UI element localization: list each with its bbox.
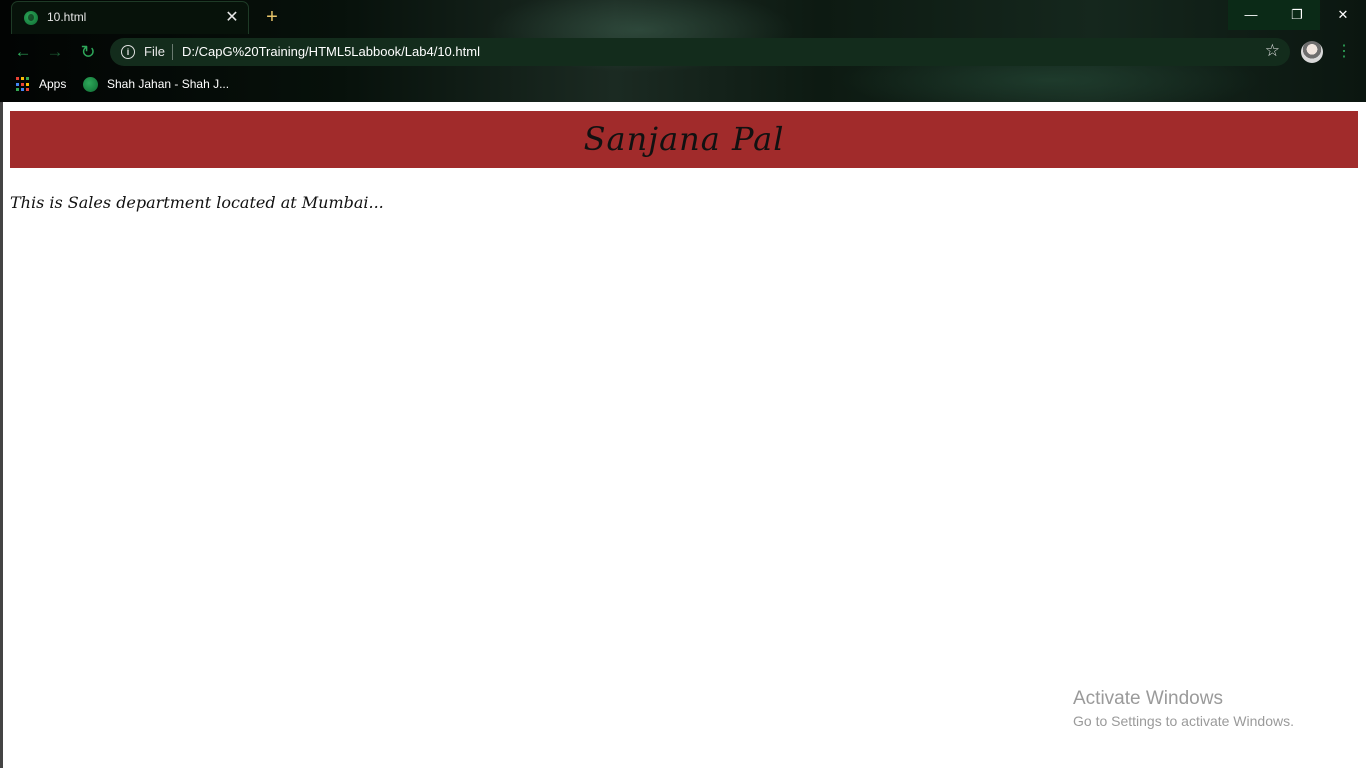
tab-title: 10.html bbox=[47, 10, 87, 24]
url-text[interactable]: D:/CapG%20Training/HTML5Labbook/Lab4/10.… bbox=[182, 44, 480, 59]
page-viewport: Sanjana Pal This is Sales department loc… bbox=[0, 102, 1366, 768]
reload-icon[interactable]: ↻ bbox=[77, 41, 99, 63]
window-edge bbox=[0, 102, 3, 768]
apps-icon[interactable] bbox=[16, 77, 31, 92]
page-paragraph: This is Sales department located at Mumb… bbox=[10, 193, 384, 212]
toolbar: ← → ↻ i File D:/CapG%20Training/HTML5Lab… bbox=[0, 34, 1366, 70]
forward-arrow-icon[interactable]: → bbox=[44, 41, 66, 63]
browser-chrome: 10.html ✕ + — ❐ ✕ ← → ↻ i File D:/CapG%2… bbox=[0, 0, 1366, 102]
minimize-button[interactable]: — bbox=[1228, 0, 1274, 30]
divider bbox=[172, 44, 173, 60]
watermark-subtitle: Go to Settings to activate Windows. bbox=[1073, 713, 1294, 729]
tab-10-html[interactable]: 10.html ✕ bbox=[11, 1, 249, 34]
bookmark-apps[interactable]: Apps bbox=[39, 77, 66, 91]
activation-watermark: Activate Windows Go to Settings to activ… bbox=[1073, 688, 1294, 729]
address-bar[interactable]: i File D:/CapG%20Training/HTML5Labbook/L… bbox=[110, 38, 1290, 66]
page-title: Sanjana Pal bbox=[583, 120, 785, 158]
restore-button[interactable]: ❐ bbox=[1274, 0, 1320, 30]
scheme-label: File bbox=[144, 44, 165, 59]
more-menu-icon[interactable]: ⋮ bbox=[1336, 40, 1352, 64]
globe-icon bbox=[24, 11, 38, 25]
bookmark-star-icon[interactable]: ☆ bbox=[1265, 41, 1280, 61]
back-arrow-icon[interactable]: ← bbox=[12, 41, 34, 63]
profile-avatar[interactable] bbox=[1301, 41, 1323, 63]
close-window-button[interactable]: ✕ bbox=[1320, 0, 1366, 30]
info-icon[interactable]: i bbox=[121, 45, 135, 59]
globe-icon bbox=[83, 77, 98, 92]
close-tab-icon[interactable]: ✕ bbox=[223, 9, 241, 27]
tab-strip: 10.html ✕ + — ❐ ✕ bbox=[0, 0, 1366, 34]
page-header: Sanjana Pal bbox=[10, 111, 1358, 168]
bookmark-shah-jahan[interactable]: Shah Jahan - Shah J... bbox=[107, 77, 229, 91]
bookmarks-bar: Apps Shah Jahan - Shah J... bbox=[0, 70, 1366, 98]
new-tab-button[interactable]: + bbox=[261, 6, 283, 28]
watermark-title: Activate Windows bbox=[1073, 688, 1223, 709]
